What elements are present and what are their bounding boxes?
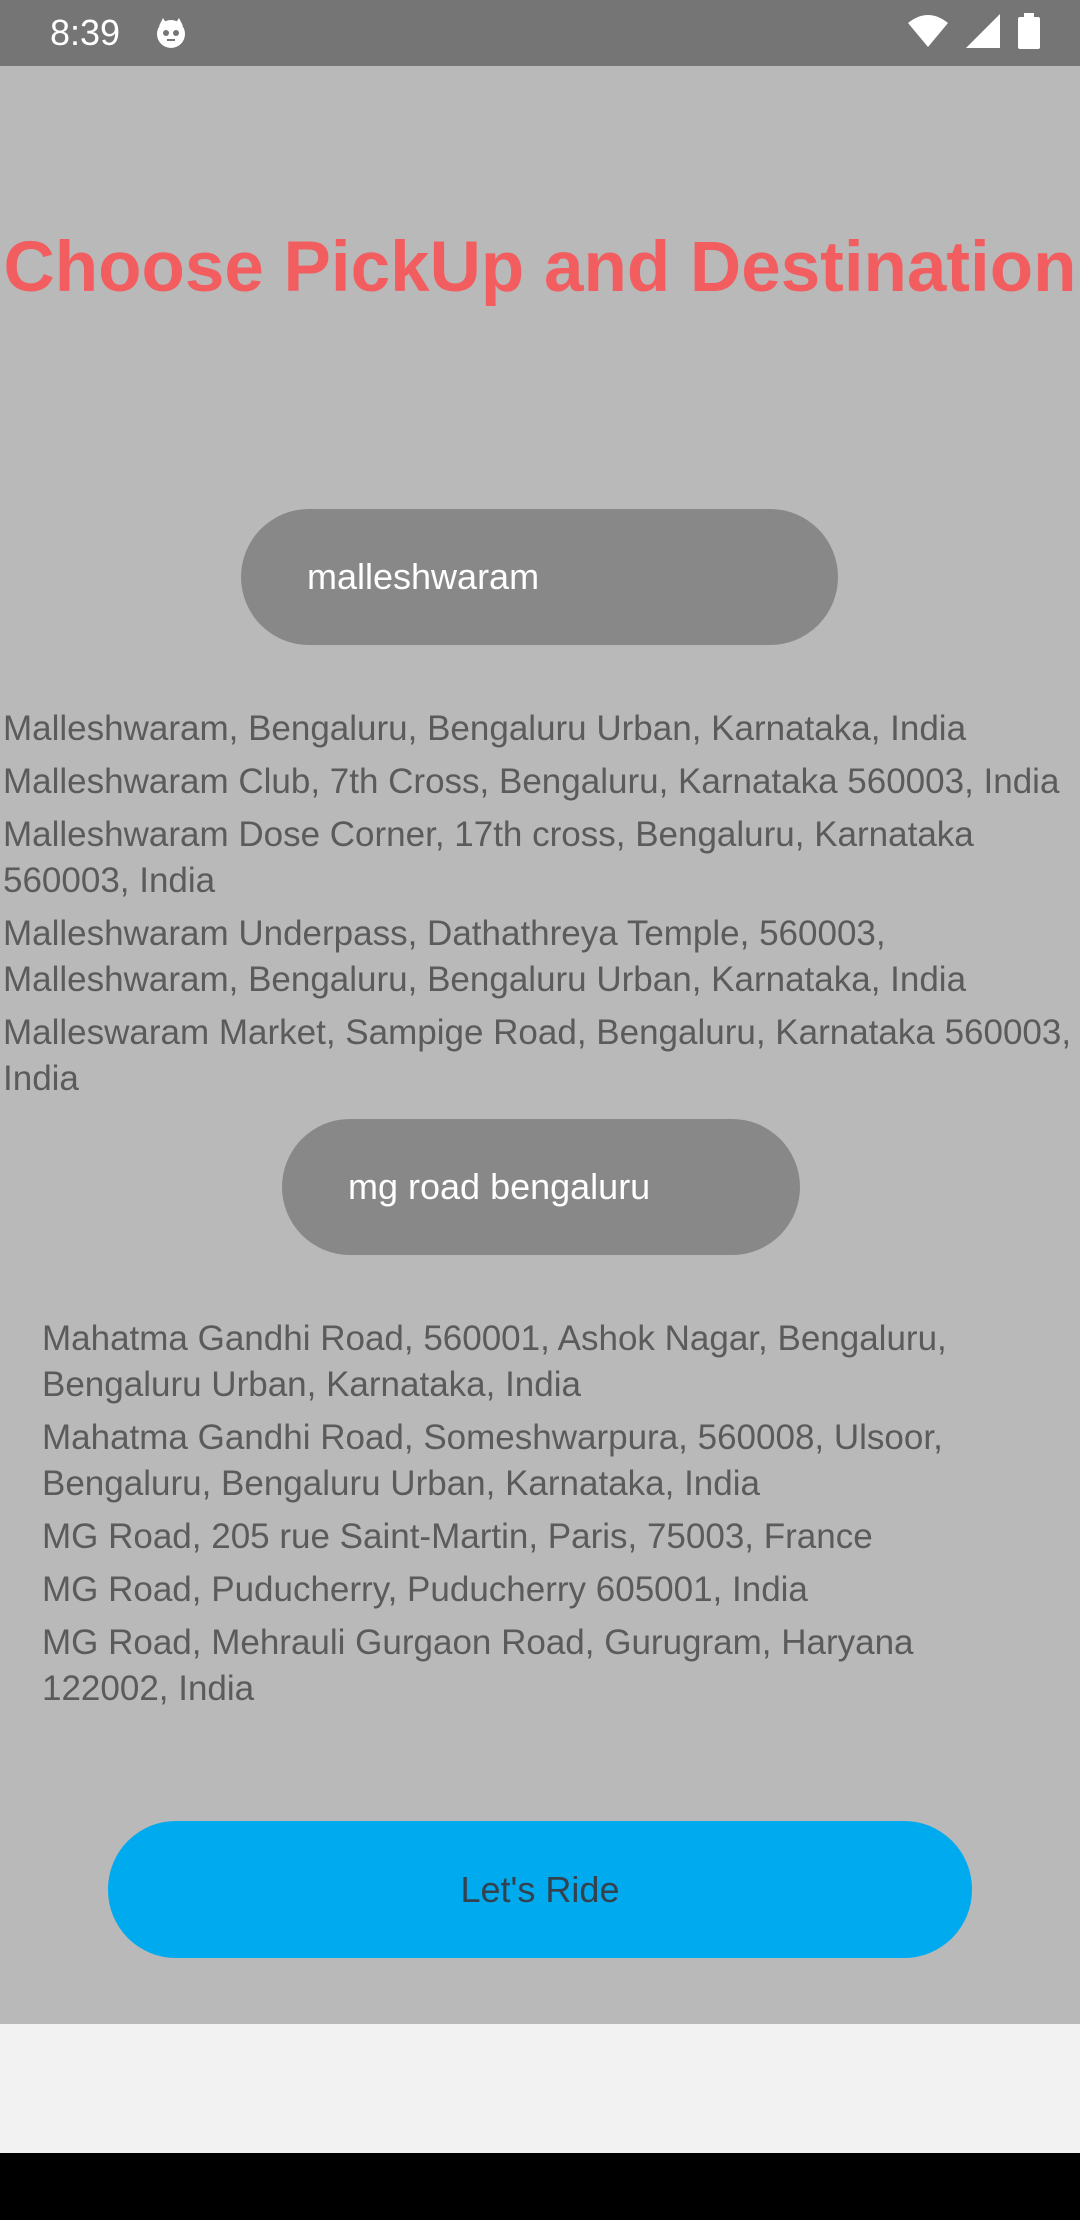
destination-suggestion[interactable]: MG Road, Puducherry, Puducherry 605001, … (42, 1567, 1042, 1613)
pickup-suggestion-list: Malleshwaram, Bengaluru, Bengaluru Urban… (3, 706, 1078, 1109)
lets-ride-button[interactable]: Let's Ride (108, 1821, 972, 1958)
destination-suggestion[interactable]: Mahatma Gandhi Road, Someshwarpura, 5600… (42, 1415, 1042, 1507)
app-screen: 8:39 Choose PickUp and Destination malle… (0, 0, 1080, 2220)
destination-suggestion-list: Mahatma Gandhi Road, 560001, Ashok Nagar… (42, 1316, 1042, 1719)
pickup-suggestion[interactable]: Malleshwaram Dose Corner, 17th cross, Be… (3, 812, 1078, 904)
main-content: Choose PickUp and Destination malleshwar… (0, 66, 1080, 2024)
pickup-suggestion[interactable]: Malleshwaram Club, 7th Cross, Bengaluru,… (3, 759, 1078, 805)
battery-icon (1018, 12, 1040, 54)
navigation-bar (0, 2153, 1080, 2220)
cellular-signal-icon (966, 13, 1000, 53)
page-title: Choose PickUp and Destination (3, 228, 1077, 307)
destination-input[interactable]: mg road bengaluru (282, 1119, 800, 1255)
destination-suggestion[interactable]: Mahatma Gandhi Road, 560001, Ashok Nagar… (42, 1316, 1042, 1408)
pickup-suggestion[interactable]: Malleshwaram, Bengaluru, Bengaluru Urban… (3, 706, 1078, 752)
cat-face-icon (154, 16, 188, 50)
destination-suggestion[interactable]: MG Road, 205 rue Saint-Martin, Paris, 75… (42, 1514, 1042, 1560)
pickup-suggestion[interactable]: Malleswaram Market, Sampige Road, Bengal… (3, 1010, 1078, 1102)
status-bar: 8:39 (0, 0, 1080, 66)
status-icons (908, 12, 1040, 54)
wifi-icon (908, 14, 948, 52)
pickup-input[interactable]: malleshwaram (241, 509, 838, 645)
pickup-suggestion[interactable]: Malleshwaram Underpass, Dathathreya Temp… (3, 911, 1078, 1003)
destination-suggestion[interactable]: MG Road, Mehrauli Gurgaon Road, Gurugram… (42, 1620, 1042, 1712)
status-time: 8:39 (50, 12, 121, 53)
